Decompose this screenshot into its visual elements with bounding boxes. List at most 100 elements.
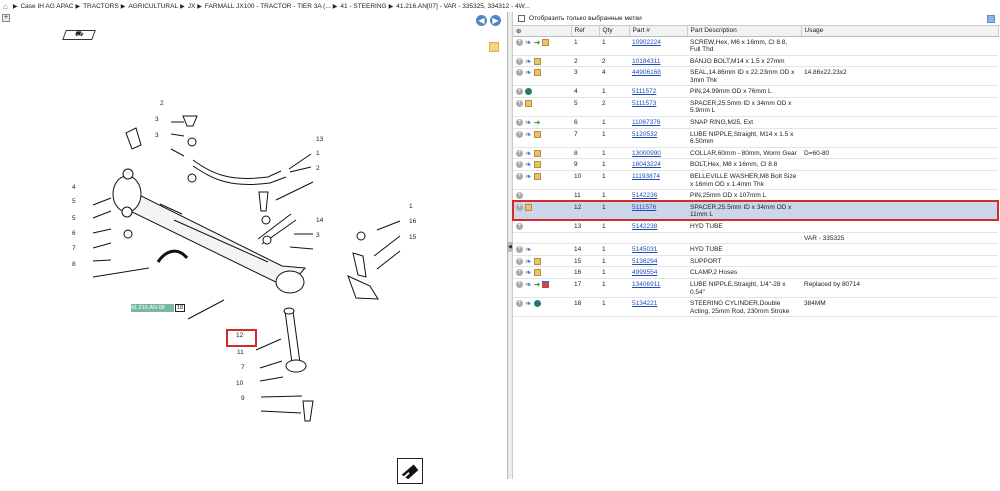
package-icon[interactable] bbox=[533, 130, 541, 138]
table-row[interactable]: + ❧ 7 1 5120532 LUBE NIPPLE,Straight, M14 x 1… bbox=[513, 128, 998, 148]
home-icon[interactable]: ⌂ bbox=[3, 2, 8, 11]
add-icon[interactable]: + bbox=[516, 192, 523, 200]
table-row[interactable]: + ❧ 14 1 5145031 HYD TUBE bbox=[513, 243, 998, 256]
document-icon[interactable]: ❧ bbox=[525, 130, 532, 138]
table-row[interactable]: + ❧ ➜ 1 1 10902224 SCREW,Hex, M6 x 16mm, Cl 8.… bbox=[513, 36, 998, 56]
add-icon[interactable]: + bbox=[516, 222, 523, 230]
callout[interactable]: 2 bbox=[160, 100, 164, 107]
callout[interactable]: 1 bbox=[409, 203, 413, 210]
part-link[interactable]: 4999554 bbox=[629, 266, 687, 280]
add-icon[interactable]: + bbox=[516, 281, 523, 289]
callout[interactable]: 9 bbox=[241, 395, 245, 402]
callout[interactable]: 3 bbox=[155, 116, 159, 123]
breadcrumb-item[interactable]: FARMALL JX100 - TRACTOR - TIER 3A (... bbox=[205, 3, 331, 10]
part-link[interactable] bbox=[629, 232, 687, 245]
package-icon[interactable] bbox=[542, 38, 550, 46]
add-icon[interactable]: + bbox=[516, 99, 523, 107]
selected-marks-checkbox[interactable] bbox=[518, 15, 525, 22]
part-link[interactable]: 13000990 bbox=[629, 147, 687, 160]
part-link[interactable]: 5142238 bbox=[629, 220, 687, 233]
part-link[interactable]: 5134221 bbox=[629, 297, 687, 318]
table-row[interactable]: + ❧ 2 2 10184311 BANJO BOLT,M14 x 1.5 x 27mm bbox=[513, 55, 998, 68]
breadcrumb-item[interactable]: 41 - STEERING bbox=[340, 3, 386, 10]
table-row[interactable]: + ❧ 16 1 4999554 CLAMP,2 Hoses bbox=[513, 266, 998, 280]
table-row[interactable]: + ❧ 15 1 5138294 SUPPORT bbox=[513, 255, 998, 268]
header-usage[interactable]: Usage bbox=[801, 26, 999, 37]
expand-icon[interactable]: + bbox=[2, 14, 10, 22]
package-icon[interactable] bbox=[533, 149, 541, 157]
table-row[interactable]: VAR - 335325 bbox=[513, 232, 998, 245]
table-row[interactable]: +5 2 5111573 SPACER,25.5mm ID x 34mm OD x 5… bbox=[513, 97, 998, 117]
info-icon[interactable] bbox=[525, 88, 532, 96]
header-description[interactable]: Part Description bbox=[687, 26, 802, 37]
document-icon[interactable]: ❧ bbox=[525, 300, 532, 308]
callout[interactable]: 11 bbox=[237, 349, 244, 356]
table-row[interactable]: + ❧ 3 4 44906168 SEAL,14.86mm ID x 22.23mm OD… bbox=[513, 66, 998, 87]
part-link[interactable]: 10184311 bbox=[629, 55, 687, 68]
table-row[interactable]: +11 1 5142236 PIN,25mm OD x 107mm L bbox=[513, 189, 998, 202]
table-row[interactable]: + ❧ ➜ 17 1 13406911 LUBE NIPPLE,Straight, 1/4"… bbox=[513, 278, 998, 299]
flag-icon[interactable] bbox=[542, 281, 550, 289]
part-link[interactable]: 44906168 bbox=[629, 66, 687, 87]
callout[interactable]: 16 bbox=[409, 218, 416, 225]
callout-12[interactable]: 12 bbox=[236, 332, 243, 339]
callout[interactable]: 5 bbox=[72, 215, 76, 222]
info-icon[interactable] bbox=[533, 300, 541, 308]
reference-box[interactable]: 41.216.AN 08 bbox=[131, 304, 174, 312]
part-link[interactable]: 5138294 bbox=[629, 255, 687, 268]
part-link[interactable]: 11193874 bbox=[629, 170, 687, 191]
part-link[interactable]: 5120532 bbox=[629, 128, 687, 148]
table-row[interactable]: + ❧ 18 1 5134221 STEERING CYLINDER,Double Act… bbox=[513, 297, 998, 318]
package-icon[interactable] bbox=[533, 69, 541, 77]
add-icon[interactable]: + bbox=[516, 269, 523, 277]
callout[interactable]: 6 bbox=[72, 230, 76, 237]
package-icon[interactable] bbox=[533, 173, 541, 181]
header-qty[interactable]: Qty bbox=[599, 26, 630, 37]
callout[interactable]: 2 bbox=[316, 165, 320, 172]
document-icon[interactable]: ❧ bbox=[525, 257, 532, 265]
part-link[interactable]: 11067376 bbox=[629, 116, 687, 129]
document-icon[interactable]: ❧ bbox=[525, 149, 532, 157]
exploded-view-icon[interactable] bbox=[397, 458, 423, 484]
add-icon[interactable]: + bbox=[516, 300, 523, 308]
package-icon[interactable] bbox=[533, 257, 541, 265]
package-icon[interactable] bbox=[533, 57, 541, 65]
breadcrumb-item[interactable]: TRACTORS bbox=[83, 3, 119, 10]
add-icon[interactable]: + bbox=[516, 149, 523, 157]
part-link[interactable]: 5111573 bbox=[629, 97, 687, 117]
table-row[interactable]: + ❧ 10 1 11193874 BELLEVILLE WASHER,M8 Bolt S… bbox=[513, 170, 998, 191]
document-icon[interactable]: ❧ bbox=[525, 281, 532, 289]
header-part[interactable]: Part # bbox=[629, 26, 688, 37]
add-icon[interactable]: + bbox=[516, 173, 523, 181]
callout[interactable]: 10 bbox=[236, 380, 243, 387]
breadcrumb-item[interactable]: 41.216.AN[07] - VAR - 335325, 334312 - 4… bbox=[396, 3, 530, 10]
package-icon[interactable] bbox=[525, 203, 532, 211]
part-link[interactable]: 5111576 bbox=[629, 201, 687, 221]
callout[interactable]: 7 bbox=[241, 364, 245, 371]
callout[interactable]: 5 bbox=[72, 198, 76, 205]
share-icon[interactable]: ➜ bbox=[534, 281, 541, 289]
package-icon[interactable] bbox=[533, 269, 541, 277]
document-icon[interactable]: ❧ bbox=[525, 118, 532, 126]
callout[interactable]: 3 bbox=[155, 132, 159, 139]
callout[interactable]: 15 bbox=[409, 234, 416, 241]
table-row[interactable]: + ❧ 9 1 16043224 BOLT,Hex, M8 x 16mm, Cl 8.8 bbox=[513, 158, 998, 172]
part-link[interactable]: 5145031 bbox=[629, 243, 687, 256]
table-row[interactable]: + ❧ 8 1 13000990 COLLAR,60mm - 80mm, Worm Gea… bbox=[513, 147, 998, 160]
maximize-icon[interactable] bbox=[987, 15, 995, 23]
table-row[interactable]: +12 1 5111576 SPACER,25.5mm ID x 34mm OD x … bbox=[512, 200, 999, 222]
part-link[interactable]: 5142236 bbox=[629, 189, 687, 202]
callout[interactable]: 14 bbox=[316, 217, 323, 224]
add-icon[interactable]: + bbox=[516, 38, 523, 46]
add-icon[interactable]: + bbox=[516, 118, 523, 126]
reference-number[interactable]: 18 bbox=[175, 304, 186, 312]
add-icon[interactable]: + bbox=[516, 161, 523, 169]
part-link[interactable]: 16043224 bbox=[629, 158, 687, 172]
part-link[interactable]: 10902224 bbox=[629, 36, 687, 56]
share-icon[interactable]: ➜ bbox=[534, 38, 541, 46]
callout[interactable]: 3 bbox=[316, 232, 320, 239]
add-icon[interactable]: + bbox=[516, 246, 523, 254]
header-ref[interactable]: Ref bbox=[571, 26, 600, 37]
document-icon[interactable]: ❧ bbox=[525, 161, 532, 169]
document-icon[interactable]: ❧ bbox=[525, 173, 532, 181]
